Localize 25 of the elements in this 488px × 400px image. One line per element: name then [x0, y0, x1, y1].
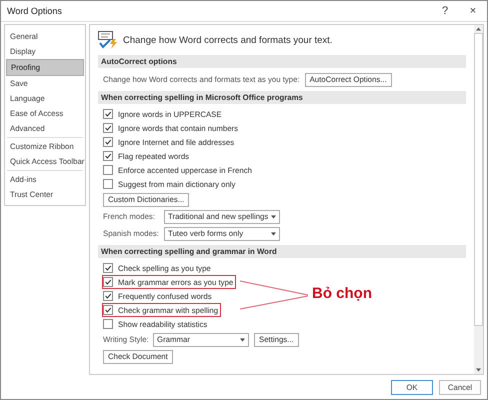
caret-icon — [240, 338, 245, 342]
scrollbar-thumb[interactable] — [474, 33, 483, 326]
caret-icon — [271, 232, 276, 236]
checkbox[interactable] — [103, 165, 113, 175]
caret-icon — [271, 214, 276, 218]
annotation-text: Bỏ chọn — [312, 285, 372, 302]
checkbox[interactable] — [103, 277, 113, 287]
checkbox[interactable] — [103, 291, 113, 301]
checkbox[interactable] — [103, 151, 113, 161]
page-heading: Change how Word corrects and formats your text. — [123, 34, 332, 46]
leader-line — [240, 280, 308, 310]
spelling-check-icon — [98, 31, 118, 49]
checkbox[interactable] — [103, 109, 113, 119]
scroll-up-icon[interactable] — [476, 27, 481, 31]
checkbox[interactable] — [103, 137, 113, 147]
checkbox[interactable] — [103, 263, 113, 273]
scrollbar[interactable] — [474, 25, 483, 374]
checkbox[interactable] — [103, 305, 113, 315]
checkbox[interactable] — [103, 123, 113, 133]
help-button[interactable]: ? — [431, 5, 459, 17]
checkbox[interactable] — [103, 179, 113, 189]
window-title: Word Options — [7, 6, 63, 16]
scroll-down-icon[interactable] — [476, 368, 481, 372]
checkbox[interactable] — [103, 319, 113, 329]
close-button[interactable]: × — [459, 5, 487, 17]
